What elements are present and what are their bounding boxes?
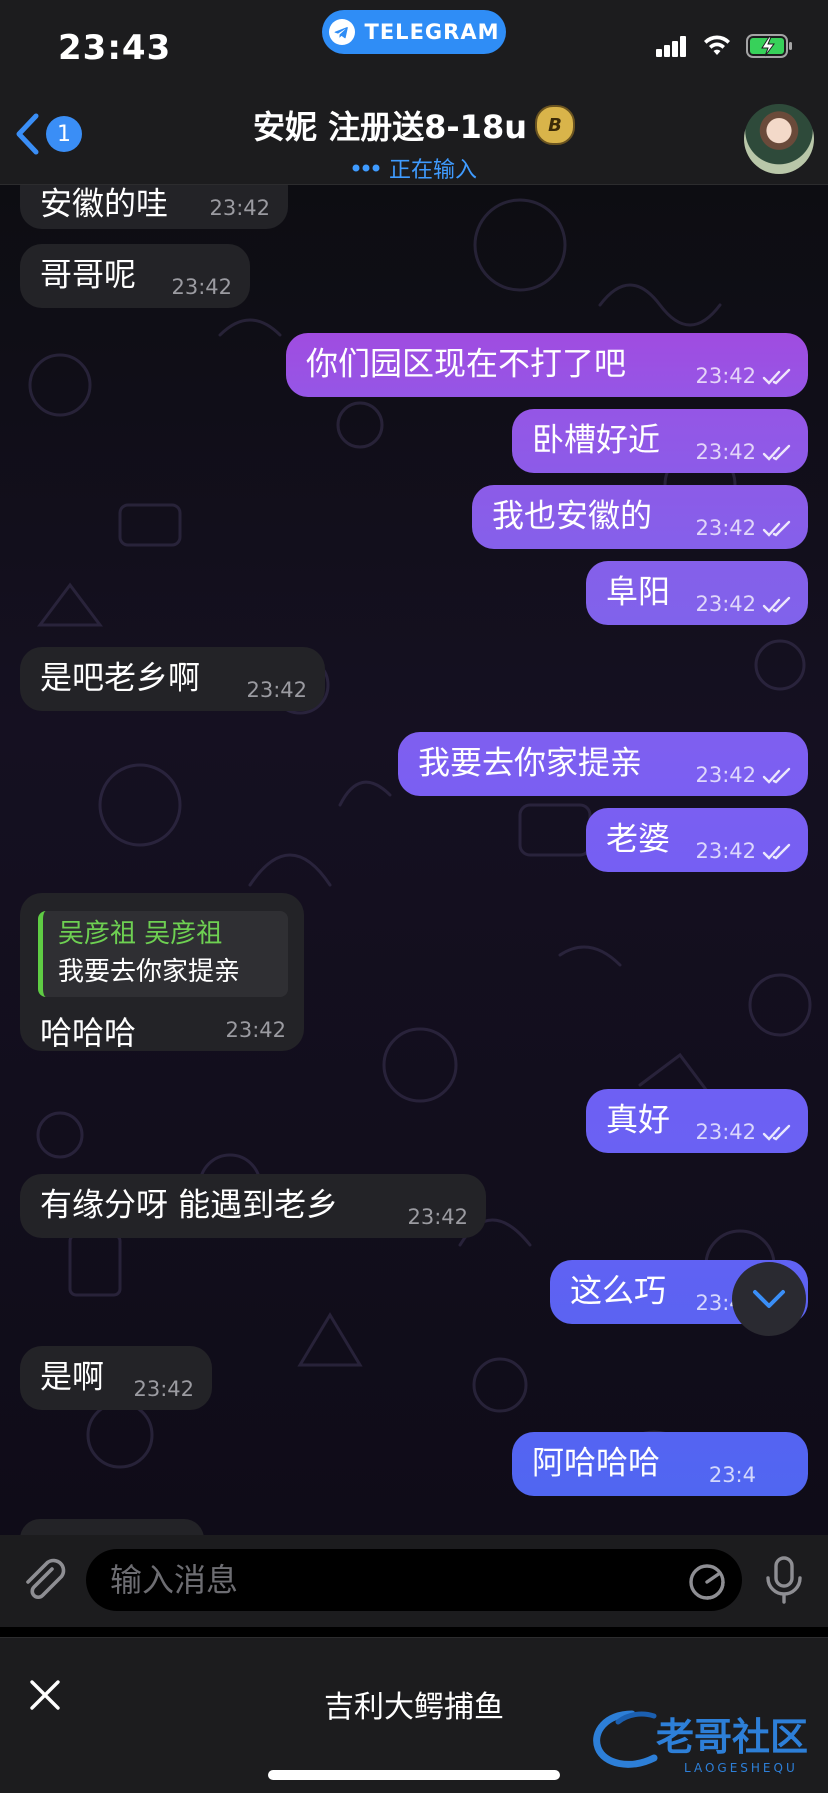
message-text: 阿哈哈哈: [532, 1443, 661, 1482]
message-text: 是啊: [40, 1357, 105, 1396]
home-indicator[interactable]: [268, 1770, 560, 1780]
message-bubble-outgoing[interactable]: 我要去你家提亲 23:42: [398, 732, 808, 796]
message-text: 安徽的哇: [40, 185, 169, 223]
double-check-icon: [762, 520, 791, 537]
watermark-main-text: 老哥社区: [656, 1715, 808, 1759]
message-time: 23:42: [171, 275, 232, 299]
typing-status-text: 正在输入: [388, 158, 477, 183]
typing-dots-icon: [352, 164, 380, 172]
avatar[interactable]: [744, 104, 814, 174]
chat-title-area[interactable]: 安妮 注册送8-18u B 正在输入: [150, 102, 678, 184]
message-composer: [0, 1535, 828, 1627]
unread-badge: 1: [46, 116, 82, 152]
message-time: 23:42: [209, 196, 270, 220]
message-bubble-outgoing[interactable]: 卧槽好近 23:42: [512, 409, 808, 473]
title-badge-icon: B: [535, 105, 575, 145]
message-time: 23:42: [695, 592, 756, 616]
signal-icon: [656, 36, 686, 57]
message-bubble-incoming[interactable]: 是吧老乡啊 23:42: [20, 647, 325, 711]
back-button[interactable]: 1: [14, 112, 82, 156]
telegram-icon: [328, 19, 355, 45]
message-time: 23:42: [695, 839, 756, 863]
chat-title-text: 安妮 注册送8-18u: [252, 108, 527, 146]
battery-charging-icon: [746, 34, 792, 58]
reply-quote[interactable]: 吴彦祖 吴彦祖 我要去你家提亲: [38, 911, 288, 997]
reply-author: 吴彦祖 吴彦祖: [58, 919, 223, 949]
message-text: 卧槽好近: [532, 420, 661, 459]
chat-title: 安妮 注册送8-18u B: [253, 102, 575, 148]
status-time: 23:43: [58, 28, 172, 68]
microphone-icon: [766, 1556, 802, 1604]
message-text: 是吧老乡啊: [40, 658, 201, 697]
message-text: 哈哈哈: [40, 1014, 137, 1052]
chevron-down-icon: [753, 1290, 785, 1308]
double-check-icon: [762, 843, 791, 860]
return-to-app-pill[interactable]: TELEGRAM: [322, 10, 506, 54]
message-bubble-incoming[interactable]: 有缘分呀 能遇到老乡 23:42: [20, 1174, 486, 1238]
message-time: 23:42: [246, 678, 307, 702]
double-check-icon: [762, 767, 791, 784]
message-time: 23:42: [695, 763, 756, 787]
message-text: 这么巧: [570, 1271, 667, 1310]
double-check-icon: [762, 596, 791, 613]
message-time: 23:42: [133, 1377, 194, 1401]
double-check-icon: [762, 444, 791, 461]
message-bubble-incoming[interactable]: 是啊 23:42: [20, 1346, 212, 1410]
message-bubble-incoming-reply[interactable]: 吴彦祖 吴彦祖 我要去你家提亲 哈哈哈 23:42: [20, 893, 304, 1051]
double-check-icon: [762, 1124, 791, 1141]
typing-status: 正在输入: [150, 152, 678, 184]
message-bubble-outgoing[interactable]: 真好 23:42: [586, 1089, 808, 1153]
reply-text: 我要去你家提亲: [58, 957, 241, 987]
message-bubble-incoming-partial[interactable]: [20, 1519, 204, 1535]
message-text: 我要去你家提亲: [418, 743, 643, 782]
message-text: 真好: [606, 1100, 671, 1139]
app-pill-label: TELEGRAM: [364, 20, 500, 44]
message-input[interactable]: [86, 1549, 742, 1611]
status-bar: 23:43 TELEGRAM: [0, 0, 828, 90]
sponsored-banner[interactable]: 吉利大鳄捕鱼 老哥社区 LAOGESHEQU: [0, 1637, 828, 1793]
message-time: 23:42: [225, 1018, 286, 1042]
message-time: 23:42: [407, 1205, 468, 1229]
message-bubble-incoming[interactable]: 安徽的哇 23:42: [20, 185, 288, 229]
message-time: 23:42: [695, 1120, 756, 1144]
message-bubble-incoming[interactable]: 哥哥呢 23:42: [20, 244, 250, 308]
message-time: 23:42: [695, 364, 756, 388]
message-time: 23:42: [695, 516, 756, 540]
wifi-icon: [704, 35, 730, 55]
message-time: 23:42: [695, 440, 756, 464]
message-bubble-outgoing[interactable]: 我也安徽的 23:42: [472, 485, 808, 549]
message-text: 我也安徽的: [492, 496, 653, 535]
scroll-down-button[interactable]: [732, 1262, 806, 1336]
message-time: 23:4: [708, 1463, 756, 1487]
message-text: 有缘分呀 能遇到老乡: [40, 1185, 339, 1224]
status-icons: [656, 34, 794, 58]
sticker-icon: [689, 1564, 725, 1600]
paperclip-icon: [26, 1558, 66, 1599]
message-list[interactable]: 安徽的哇 23:42 哥哥呢 23:42 你们园区现在不打了吧 23:42 卧槽…: [0, 185, 828, 1535]
message-bubble-outgoing[interactable]: 阜阳 23:42: [586, 561, 808, 625]
message-bubble-outgoing[interactable]: 阿哈哈哈 23:4: [512, 1432, 808, 1496]
watermark-sub-text: LAOGESHEQU: [684, 1761, 798, 1775]
microphone-button[interactable]: [762, 1555, 806, 1609]
attach-button[interactable]: [18, 1555, 68, 1609]
double-check-icon: [762, 368, 791, 385]
chevron-left-icon: [16, 113, 39, 155]
sticker-button[interactable]: [688, 1563, 726, 1605]
message-text: 阜阳: [606, 572, 671, 611]
watermark-logo: 老哥社区 LAOGESHEQU: [593, 1710, 808, 1775]
message-text: 哥哥呢: [40, 255, 137, 294]
message-text: 你们园区现在不打了吧: [306, 344, 627, 383]
message-text: 老婆: [606, 819, 671, 858]
message-bubble-outgoing[interactable]: 老婆 23:42: [586, 808, 808, 872]
chat-header: 1 安妮 注册送8-18u B 正在输入: [0, 90, 828, 185]
message-bubble-outgoing[interactable]: 你们园区现在不打了吧 23:42: [286, 333, 808, 397]
